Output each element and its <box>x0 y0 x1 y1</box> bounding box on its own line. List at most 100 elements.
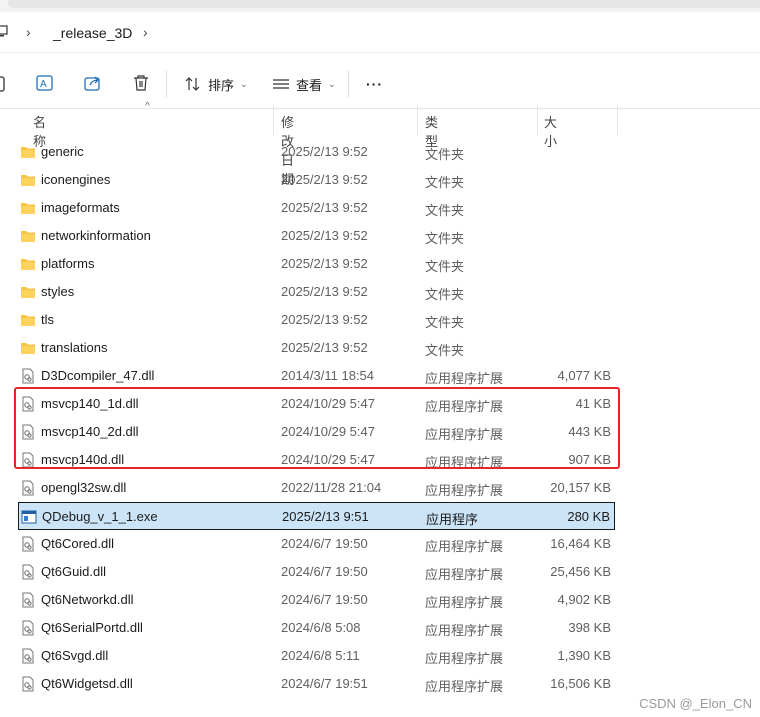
folder-row[interactable]: iconengines 2025/2/13 9:52 文件夹 <box>18 166 615 194</box>
sort-indicator-icon: ^ <box>145 101 150 112</box>
file-date: 2024/6/7 19:50 <box>281 592 368 607</box>
file-row[interactable]: QDebug_v_1_1.exe 2025/2/13 9:51 应用程序 280 KB <box>18 502 615 530</box>
view-icon <box>273 79 289 89</box>
watermark: CSDN @_Elon_CN <box>639 696 752 711</box>
file-size: 4,077 KB <box>557 368 612 383</box>
svg-text:A: A <box>40 79 47 90</box>
dll-file-icon <box>20 676 36 692</box>
file-date: 2025/2/13 9:52 <box>281 144 368 159</box>
file-date: 2025/2/13 9:51 <box>282 509 369 524</box>
folder-icon <box>20 284 36 300</box>
file-date: 2024/6/8 5:11 <box>281 648 360 663</box>
file-type: 应用程序 <box>426 512 479 527</box>
sort-button[interactable]: 排序 ⌄ <box>184 72 248 96</box>
share-icon[interactable] <box>84 74 102 92</box>
file-name: networkinformation <box>41 228 151 243</box>
file-row[interactable]: Qt6Guid.dll 2024/6/7 19:50 应用程序扩展 25,456 KB <box>18 558 615 586</box>
file-name: translations <box>41 340 108 355</box>
file-date: 2014/3/11 18:54 <box>281 368 375 383</box>
file-name: Qt6Svgd.dll <box>41 648 109 663</box>
folder-row[interactable]: translations 2025/2/13 9:52 文件夹 <box>18 334 615 362</box>
command-bar: A 排序 ⌄ 查看 ⌄ ··· <box>0 58 760 109</box>
view-label: 查看 <box>296 77 323 93</box>
annotation-highlight-box <box>14 387 620 469</box>
folder-row[interactable]: styles 2025/2/13 9:52 文件夹 <box>18 278 615 306</box>
chevron-down-icon: ⌄ <box>328 78 336 89</box>
view-button[interactable]: 查看 ⌄ <box>272 72 336 96</box>
file-date: 2025/2/13 9:52 <box>281 340 368 355</box>
dll-file-icon <box>20 648 36 664</box>
column-divider[interactable] <box>537 105 538 135</box>
chevron-right-icon[interactable]: › <box>143 24 148 40</box>
chevron-down-icon: ⌄ <box>240 78 248 89</box>
column-divider[interactable] <box>273 105 274 135</box>
folder-icon <box>20 256 36 272</box>
column-divider[interactable] <box>617 105 618 135</box>
top-strip <box>0 0 760 12</box>
file-name: tls <box>41 312 54 327</box>
delete-icon[interactable] <box>133 74 149 92</box>
file-name: Qt6Guid.dll <box>41 564 107 579</box>
file-row[interactable]: Qt6SerialPortd.dll 2024/6/8 5:08 应用程序扩展 398… <box>18 614 615 642</box>
more-options-button[interactable]: ··· <box>366 72 383 96</box>
file-name: Qt6Widgetsd.dll <box>41 676 133 691</box>
folder-icon <box>20 172 36 188</box>
file-type: 应用程序扩展 <box>425 539 504 554</box>
file-row[interactable]: Qt6Widgetsd.dll 2024/6/7 19:51 应用程序扩展 16,50… <box>18 670 615 698</box>
file-type: 文件夹 <box>425 147 465 162</box>
dll-file-icon <box>20 480 36 496</box>
toolbar-divider <box>348 70 349 98</box>
file-name: QDebug_v_1_1.exe <box>42 509 158 524</box>
toolbar-divider <box>166 70 167 98</box>
dll-file-icon <box>20 592 36 608</box>
file-date: 2022/11/28 21:04 <box>281 480 382 495</box>
exe-file-icon <box>21 509 37 525</box>
folder-icon <box>20 200 36 216</box>
file-type: 应用程序扩展 <box>425 567 504 582</box>
chevron-right-icon[interactable]: › <box>26 24 31 40</box>
folder-icon <box>20 228 36 244</box>
file-name: D3Dcompiler_47.dll <box>41 368 155 383</box>
file-size: 25,456 KB <box>550 564 611 579</box>
file-type: 应用程序扩展 <box>425 371 504 386</box>
breadcrumb-folder[interactable]: _release_3D <box>53 25 132 41</box>
address-bar[interactable]: › _release_3D › <box>0 12 760 53</box>
file-type: 应用程序扩展 <box>425 623 504 638</box>
folder-icon <box>20 144 36 160</box>
file-date: 2024/6/8 5:08 <box>281 620 361 635</box>
file-name: styles <box>41 284 75 299</box>
file-type: 文件夹 <box>425 231 465 246</box>
file-type: 文件夹 <box>425 203 465 218</box>
file-type: 应用程序扩展 <box>425 595 504 610</box>
file-name: opengl32sw.dll <box>41 480 127 495</box>
file-date: 2024/6/7 19:50 <box>281 564 368 579</box>
folder-row[interactable]: generic 2025/2/13 9:52 文件夹 <box>18 138 615 166</box>
file-size: 20,157 KB <box>550 480 611 495</box>
file-type: 文件夹 <box>425 343 465 358</box>
rename-icon[interactable]: A <box>36 74 54 92</box>
this-pc-icon[interactable] <box>0 25 8 37</box>
file-date: 2025/2/13 9:52 <box>281 284 368 299</box>
file-date: 2025/2/13 9:52 <box>281 228 368 243</box>
file-date: 2025/2/13 9:52 <box>281 172 368 187</box>
file-name: imageformats <box>41 200 120 215</box>
column-divider[interactable] <box>417 105 418 135</box>
folder-row[interactable]: platforms 2025/2/13 9:52 文件夹 <box>18 250 615 278</box>
file-name: Qt6Cored.dll <box>41 536 114 551</box>
dll-file-icon <box>20 564 36 580</box>
file-name: generic <box>41 144 84 159</box>
file-row[interactable]: D3Dcompiler_47.dll 2014/3/11 18:54 应用程序扩展 4… <box>18 362 615 390</box>
paste-icon[interactable] <box>0 75 6 93</box>
folder-row[interactable]: tls 2025/2/13 9:52 文件夹 <box>18 306 615 334</box>
file-type: 文件夹 <box>425 315 465 330</box>
file-size: 16,506 KB <box>550 676 611 691</box>
search-box-edge[interactable] <box>8 0 760 8</box>
folder-row[interactable]: imageformats 2025/2/13 9:52 文件夹 <box>18 194 615 222</box>
file-row[interactable]: Qt6Networkd.dll 2024/6/7 19:50 应用程序扩展 4,902… <box>18 586 615 614</box>
file-row[interactable]: Qt6Svgd.dll 2024/6/8 5:11 应用程序扩展 1,390 KB <box>18 642 615 670</box>
file-name: Qt6SerialPortd.dll <box>41 620 143 635</box>
folder-row[interactable]: networkinformation 2025/2/13 9:52 文件夹 <box>18 222 615 250</box>
file-row[interactable]: Qt6Cored.dll 2024/6/7 19:50 应用程序扩展 16,464 K… <box>18 530 615 558</box>
file-row[interactable]: opengl32sw.dll 2022/11/28 21:04 应用程序扩展 20,1… <box>18 474 615 502</box>
file-type: 应用程序扩展 <box>425 679 504 694</box>
